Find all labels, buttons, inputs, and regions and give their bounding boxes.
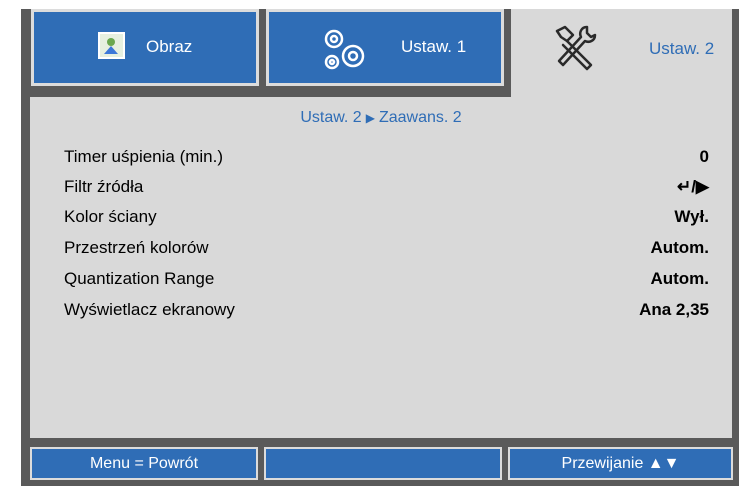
setting-value: Autom.	[650, 269, 709, 288]
setting-label: Quantization Range	[64, 269, 215, 288]
setting-value: Ana 2,35	[639, 300, 709, 319]
breadcrumb-parent: Ustaw. 2	[300, 109, 362, 126]
tab-ustaw-2[interactable]: Ustaw. 2	[511, 9, 732, 97]
setting-source-filter[interactable]: Filtr źródła ↵/▶	[64, 177, 709, 205]
setting-sleep-timer[interactable]: Timer uśpienia (min.) 0	[64, 147, 709, 175]
footer-right-label: Przewijanie ▲▼	[561, 454, 680, 472]
chevron-right-icon: ▶	[365, 111, 375, 125]
setting-label: Przestrzeń kolorów	[64, 238, 209, 257]
setting-quantization-range[interactable]: Quantization Range Autom.	[64, 269, 709, 297]
footer-menu-back: Menu = Powrót	[30, 447, 258, 480]
tab-label: Ustaw. 2	[649, 39, 715, 58]
setting-label: Wyświetlacz ekranowy	[64, 300, 235, 319]
gears-icon	[319, 24, 371, 79]
tab-label: Ustaw. 1	[401, 37, 467, 56]
footer-middle	[264, 447, 502, 480]
tab-label: Obraz	[146, 37, 193, 56]
footer-left-label: Menu = Powrót	[89, 454, 199, 472]
setting-color-space[interactable]: Przestrzeń kolorów Autom.	[64, 238, 709, 266]
tab-obraz[interactable]: Obraz	[31, 9, 259, 86]
breadcrumb: Ustaw. 2 ▶ Zaawans. 2	[30, 109, 732, 127]
setting-label: Timer uśpienia (min.)	[64, 147, 224, 166]
setting-value: ↵/▶	[676, 177, 709, 196]
setting-value: Wył.	[674, 207, 709, 226]
image-icon	[98, 32, 125, 59]
tools-icon	[547, 21, 603, 78]
setting-label: Kolor ściany	[64, 207, 157, 226]
setting-value: 0	[699, 147, 709, 166]
settings-panel: Ustaw. 2 ▶ Zaawans. 2 Timer uśpienia (min.…	[30, 97, 732, 438]
breadcrumb-current: Zaawans. 2	[378, 109, 462, 126]
setting-screen-display[interactable]: Wyświetlacz ekranowy Ana 2,35	[64, 300, 709, 328]
setting-value: Autom.	[650, 238, 709, 257]
setting-wall-color[interactable]: Kolor ściany Wył.	[64, 207, 709, 235]
setting-label: Filtr źródła	[64, 177, 144, 196]
footer-scroll-hint: Przewijanie ▲▼	[508, 447, 733, 480]
tab-ustaw-1[interactable]: Ustaw. 1	[266, 9, 504, 86]
